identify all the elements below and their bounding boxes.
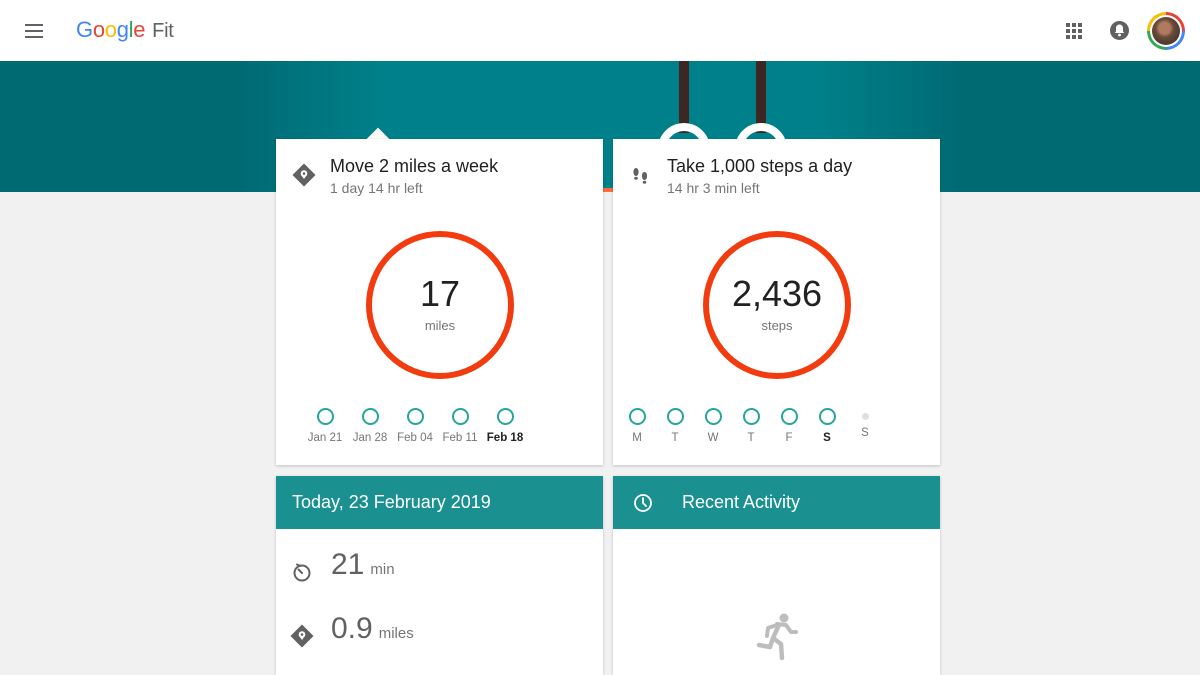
clock-icon <box>634 494 652 512</box>
goal-time-left: 14 hr 3 min left <box>667 180 760 196</box>
stat-unit: min <box>370 561 395 578</box>
goal-unit: miles <box>424 318 456 333</box>
goal-time-left: 1 day 14 hr left <box>330 180 423 196</box>
stat-value: 21 min <box>331 548 395 582</box>
stat-distance: 0.9 miles <box>276 612 603 652</box>
recent-activity-header: Recent Activity <box>613 476 940 529</box>
goal-value: 17 <box>419 273 461 314</box>
history-dot-complete <box>451 408 469 425</box>
history-label: Jan 28 <box>352 432 388 444</box>
timer-icon <box>293 563 311 582</box>
stat-number: 0.9 <box>331 612 373 645</box>
goal-header: Move 2 miles a week 1 day 14 hr left <box>276 153 603 203</box>
history-dot-complete <box>818 408 836 425</box>
today-header: Today, 23 February 2019 <box>276 476 603 529</box>
stat-active-minutes: 21 min <box>276 548 603 588</box>
avatar-photo <box>1152 17 1180 45</box>
goal-history: MTWTFSS <box>613 407 940 457</box>
goal-unit: steps <box>761 318 793 333</box>
running-person-icon <box>756 613 798 661</box>
history-dot-complete <box>361 408 379 425</box>
logo-letter: o <box>92 17 105 42</box>
history-label: S <box>861 427 869 439</box>
hamburger-menu-icon[interactable] <box>22 20 46 42</box>
stat-number: 21 <box>331 548 365 581</box>
history-label: Feb 11 <box>442 432 478 444</box>
logo-letter: e <box>133 17 146 42</box>
history-item[interactable]: Feb 18 <box>480 407 530 444</box>
goal-card-steps[interactable]: Take 1,000 steps a day 14 hr 3 min left … <box>613 139 940 465</box>
history-dot-complete <box>316 408 334 425</box>
goal-value: 2,436 <box>731 273 823 314</box>
goal-progress-ring: 2,436 steps <box>703 231 851 379</box>
logo-letter: o <box>104 17 117 42</box>
footsteps-icon <box>633 168 648 184</box>
history-item[interactable]: Jan 28 <box>345 407 395 444</box>
logo-letter: G <box>76 17 93 42</box>
bell-icon[interactable] <box>1110 21 1129 40</box>
recent-activity-card[interactable]: Recent Activity <box>613 476 940 675</box>
history-item[interactable]: Feb 04 <box>390 407 440 444</box>
history-label: Jan 21 <box>307 432 343 444</box>
goal-title: Take 1,000 steps a day <box>667 156 853 176</box>
history-dot-complete <box>780 408 798 425</box>
history-dot-complete <box>496 408 514 425</box>
history-dot-complete <box>742 408 760 425</box>
product-name: Fit <box>152 20 174 42</box>
goal-card-distance[interactable]: Move 2 miles a week 1 day 14 hr left 17 … <box>276 139 603 465</box>
goal-history: Jan 21 Jan 28 Feb 04 Feb 11 Feb 18 <box>276 407 603 457</box>
history-dot-complete <box>704 408 722 425</box>
history-dot-complete <box>406 408 424 425</box>
history-dot-future <box>861 413 869 420</box>
history-label: Feb 04 <box>397 432 433 444</box>
banner-accent <box>603 188 613 192</box>
goal-progress-ring: 17 miles <box>366 231 514 379</box>
history-item[interactable]: Feb 11 <box>435 407 485 444</box>
history-item[interactable]: Jan 21 <box>300 407 350 444</box>
stat-unit: miles <box>378 625 414 642</box>
today-card: Today, 23 February 2019 21 min 0.9 miles <box>276 476 603 675</box>
history-dot-complete <box>628 408 646 425</box>
distance-pin-icon <box>290 624 314 648</box>
goal-header: Take 1,000 steps a day 14 hr 3 min left <box>613 153 940 203</box>
recent-activity-title: Recent Activity <box>682 492 801 512</box>
logo-letter: g <box>116 17 129 42</box>
distance-pin-icon <box>292 163 316 187</box>
history-label: Feb 18 <box>486 432 524 444</box>
avatar[interactable] <box>1147 12 1185 50</box>
today-title: Today, 23 February 2019 <box>292 492 491 512</box>
apps-grid-icon[interactable] <box>1066 23 1082 39</box>
google-fit-logo[interactable]: G o o g l e Fit <box>76 17 174 43</box>
app-bar: G o o g l e Fit <box>0 0 1200 61</box>
stat-value: 0.9 miles <box>331 612 414 646</box>
history-item[interactable]: S <box>840 407 890 439</box>
history-dot-complete <box>666 408 684 425</box>
goal-title: Move 2 miles a week <box>330 156 499 176</box>
